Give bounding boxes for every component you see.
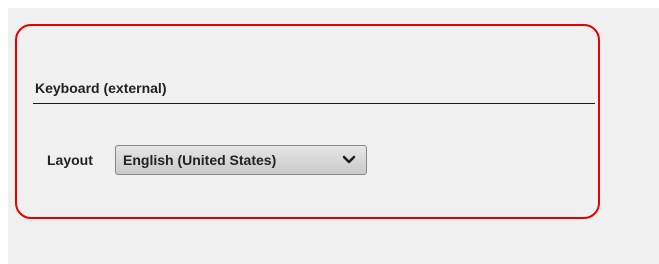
chevron-down-icon[interactable] [342, 153, 356, 167]
layout-select-value: English (United States) [123, 152, 277, 168]
layout-label: Layout [47, 152, 93, 168]
highlight-frame [15, 24, 600, 219]
section-divider [33, 103, 595, 104]
section-title-keyboard: Keyboard (external) [35, 80, 167, 96]
layout-select[interactable]: English (United States) [115, 145, 367, 175]
